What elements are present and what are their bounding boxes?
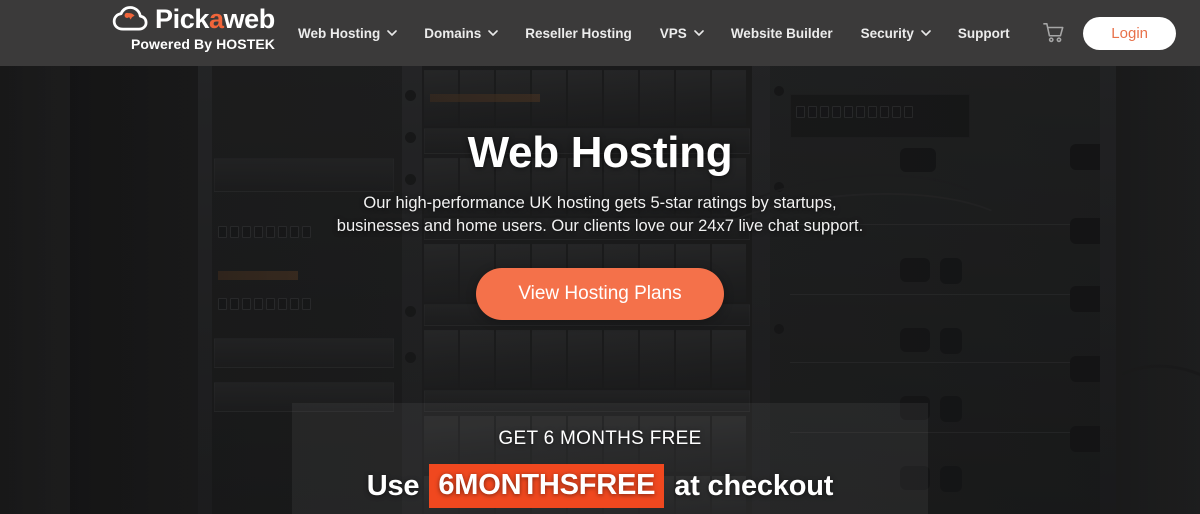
page-root: Web Hosting Our high-performance UK host… bbox=[0, 0, 1200, 514]
nav-item-security[interactable]: Security bbox=[847, 0, 944, 66]
nav-label-vps: VPS bbox=[659, 25, 687, 41]
nav-item-website-builder[interactable]: Website Builder bbox=[717, 0, 847, 66]
nav-item-reseller-hosting[interactable]: Reseller Hosting bbox=[511, 0, 646, 66]
promo-suffix-text: at checkout bbox=[674, 470, 834, 502]
chevron-down-icon bbox=[921, 28, 931, 37]
promo-code-badge: 6MONTHSFREE bbox=[429, 464, 665, 508]
chevron-down-icon bbox=[488, 28, 499, 37]
chevron-down-icon bbox=[694, 28, 704, 37]
hero-subtitle-line-1: Our high-performance UK hosting gets 5-s… bbox=[363, 194, 837, 212]
promo-prefix-text: Use bbox=[366, 470, 420, 502]
brand-tagline: Powered By HOSTEK bbox=[130, 36, 276, 52]
nav-item-vps[interactable]: VPS bbox=[646, 0, 717, 66]
page-title: Web Hosting bbox=[467, 128, 733, 177]
nav-item-web-hosting[interactable]: Web Hosting bbox=[298, 0, 410, 66]
site-header: Pickaweb Powered By HOSTEK Web Hosting D… bbox=[0, 0, 1200, 66]
nav-label-security: Security bbox=[860, 25, 914, 41]
promo-code-line: Use 6MONTHSFREE at checkout bbox=[0, 464, 1200, 508]
brand-name: Pickaweb bbox=[155, 4, 275, 34]
login-button[interactable]: Login bbox=[1083, 16, 1176, 50]
promo-headline: GET 6 MONTHS FREE bbox=[498, 428, 702, 449]
promo-banner: GET 6 MONTHS FREE Use 6MONTHSFREE at che… bbox=[292, 403, 928, 514]
nav-label-web-hosting: Web Hosting bbox=[298, 25, 381, 41]
nav-label-support: Support bbox=[957, 25, 1010, 41]
nav-label-domains: Domains bbox=[424, 25, 482, 41]
brand-logo[interactable]: Pickaweb Powered By HOSTEK bbox=[112, 4, 292, 52]
chevron-down-icon bbox=[387, 28, 398, 37]
header-actions: Login bbox=[1043, 0, 1176, 66]
hero-subtitle: Our high-performance UK hosting gets 5-s… bbox=[0, 192, 1200, 238]
view-hosting-plans-button[interactable]: View Hosting Plans bbox=[476, 268, 724, 320]
hero-content: Web Hosting Our high-performance UK host… bbox=[0, 66, 1200, 320]
cloud-arrow-icon bbox=[112, 6, 148, 32]
promo-content: GET 6 MONTHS FREE Use 6MONTHSFREE at che… bbox=[0, 403, 1200, 508]
nav-item-support[interactable]: Support bbox=[944, 0, 1024, 66]
nav-label-reseller-hosting: Reseller Hosting bbox=[525, 25, 632, 41]
brand-row: Pickaweb bbox=[112, 4, 292, 34]
shopping-cart-icon[interactable] bbox=[1043, 22, 1065, 44]
hero-section: Web Hosting Our high-performance UK host… bbox=[0, 66, 1200, 514]
cta-wrapper: View Hosting Plans bbox=[0, 268, 1200, 320]
nav-item-domains[interactable]: Domains bbox=[410, 0, 511, 66]
nav-label-website-builder: Website Builder bbox=[730, 25, 833, 41]
main-navigation: Web Hosting Domains Reseller Hosting VPS bbox=[298, 0, 1024, 66]
hero-subtitle-line-2: businesses and home users. Our clients l… bbox=[336, 217, 864, 235]
